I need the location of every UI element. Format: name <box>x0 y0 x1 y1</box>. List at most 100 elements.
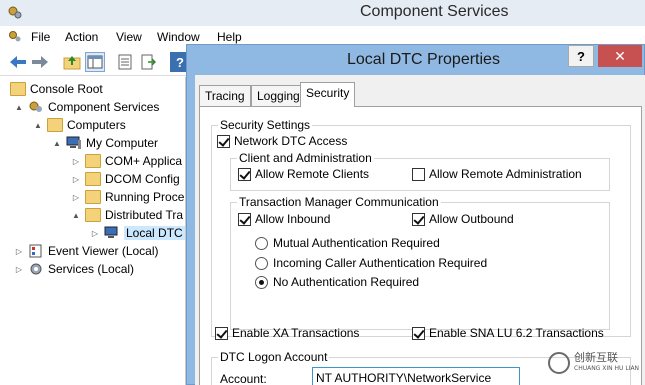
incoming-caller-auth-radio[interactable]: Incoming Caller Authentication Required <box>255 256 487 270</box>
dialog-title: Local DTC Properties <box>347 51 500 68</box>
tree-item-my-computer[interactable]: ▲ My Computer <box>52 134 158 152</box>
properties-button[interactable] <box>115 52 135 72</box>
tree-item-component-services[interactable]: ▲ Component Services <box>14 98 159 116</box>
tree-item-event-viewer[interactable]: ▷ Event Viewer (Local) <box>14 242 159 260</box>
tree-item-dcom-config[interactable]: ▷ DCOM Config <box>71 170 180 188</box>
dialog-help-button[interactable]: ? <box>568 45 594 67</box>
menu-view[interactable]: View <box>116 30 142 44</box>
radio-label: Incoming Caller Authentication Required <box>273 256 488 270</box>
help-icon: ? <box>176 55 184 70</box>
checkbox-checked-icon <box>412 326 425 340</box>
tree-item-running-processes[interactable]: ▷ Running Proce <box>71 188 184 206</box>
expand-arrow-icon[interactable]: ▷ <box>71 175 81 184</box>
tree-item-local-dtc[interactable]: ▷ Local DTC <box>90 224 185 242</box>
account-input[interactable] <box>312 367 520 385</box>
tree-item-com-applications[interactable]: ▷ COM+ Applica <box>71 152 182 170</box>
folder-icon <box>47 118 63 132</box>
enable-sna-transactions-checkbox[interactable]: Enable SNA LU 6.2 Transactions <box>412 326 604 340</box>
tab-security[interactable]: Security <box>300 82 356 107</box>
no-auth-radio[interactable]: No Authentication Required <box>255 275 419 289</box>
checkbox-checked-icon <box>215 326 228 340</box>
services-gear-icon <box>30 263 42 275</box>
console-tree-icon <box>87 55 103 69</box>
menu-action[interactable]: Action <box>65 30 98 44</box>
checkbox-unchecked-icon <box>412 167 425 181</box>
folder-icon <box>10 82 26 96</box>
tab-tracing[interactable]: Tracing <box>199 85 251 106</box>
forward-button[interactable] <box>30 52 50 72</box>
window-title: Component Services <box>360 3 509 20</box>
tree-item-label: Distributed Tra <box>105 208 184 222</box>
checkbox-label: Allow Outbound <box>429 212 514 226</box>
tree-item-console-root[interactable]: Console Root <box>10 80 103 98</box>
dialog-close-button[interactable]: ✕ <box>598 45 642 67</box>
tree-item-label: Running Proce <box>105 190 185 204</box>
collapse-arrow-icon[interactable]: ▲ <box>52 139 62 148</box>
expand-arrow-icon[interactable]: ▷ <box>71 193 81 202</box>
account-label: Account: <box>220 372 267 385</box>
back-arrow-icon <box>10 56 26 68</box>
watermark-subtext: CHUANG XIN HU LIAN <box>574 365 640 372</box>
enable-xa-transactions-checkbox[interactable]: Enable XA Transactions <box>215 326 359 340</box>
tree-item-computers[interactable]: ▲ Computers <box>33 116 126 134</box>
tree-item-distributed-transactions[interactable]: ▲ Distributed Tra <box>71 206 183 224</box>
collapse-arrow-icon[interactable]: ▲ <box>14 103 24 112</box>
checkbox-label: Allow Remote Administration <box>429 167 582 181</box>
group-title: Transaction Manager Communication <box>237 195 441 209</box>
tab-logging[interactable]: Logging <box>251 85 306 106</box>
network-dtc-access-checkbox[interactable]: Network DTC Access <box>217 134 347 148</box>
dtc-icon <box>104 226 118 238</box>
dialog-body: Tracing Logging Security Security Settin… <box>195 75 645 385</box>
local-dtc-properties-dialog: Local DTC Properties ? ✕ Tracing Logging… <box>186 44 645 385</box>
checkbox-checked-icon <box>238 212 251 226</box>
folder-icon <box>85 154 101 168</box>
tree-item-label: COM+ Applica <box>105 154 183 168</box>
menu-file[interactable]: File <box>31 30 50 44</box>
properties-icon <box>118 54 132 70</box>
radio-unselected-icon <box>255 256 268 270</box>
checkbox-checked-icon <box>412 212 425 226</box>
allow-remote-clients-checkbox[interactable]: Allow Remote Clients <box>238 167 369 181</box>
allow-inbound-checkbox[interactable]: Allow Inbound <box>238 212 330 226</box>
tree-item-services[interactable]: ▷ Services (Local) <box>14 260 134 278</box>
allow-remote-admin-checkbox[interactable]: Allow Remote Administration <box>412 167 582 181</box>
collapse-arrow-icon[interactable]: ▲ <box>71 211 81 220</box>
radio-label: No Authentication Required <box>273 275 420 289</box>
collapse-arrow-icon[interactable]: ▲ <box>33 121 43 130</box>
component-services-icon <box>29 101 42 112</box>
export-list-button[interactable] <box>138 52 158 72</box>
checkbox-checked-icon <box>238 167 251 181</box>
checkbox-label: Enable XA Transactions <box>232 326 360 340</box>
expand-arrow-icon[interactable]: ▷ <box>14 247 24 256</box>
group-title: Client and Administration <box>237 151 374 165</box>
tree-item-label: Local DTC <box>124 226 185 240</box>
forward-arrow-icon <box>32 56 48 68</box>
back-button[interactable] <box>8 52 28 72</box>
group-title: DTC Logon Account <box>218 350 330 364</box>
checkbox-label: Network DTC Access <box>234 134 348 148</box>
security-tab-panel: Security Settings Network DTC Access Cli… <box>199 106 642 385</box>
system-menu-icon[interactable] <box>8 30 22 44</box>
menu-window[interactable]: Window <box>157 30 200 44</box>
main-titlebar: Component Services <box>0 0 645 26</box>
expand-arrow-icon[interactable]: ▷ <box>14 265 24 274</box>
expand-arrow-icon[interactable]: ▷ <box>71 157 81 166</box>
allow-outbound-checkbox[interactable]: Allow Outbound <box>412 212 514 226</box>
checkbox-checked-icon <box>217 134 230 148</box>
tree-item-label: Services (Local) <box>48 262 135 276</box>
folder-up-icon <box>63 56 81 70</box>
checkbox-label: Allow Remote Clients <box>255 167 370 181</box>
show-hide-tree-button[interactable] <box>85 52 105 72</box>
folder-icon <box>85 190 101 204</box>
svg-text:?: ? <box>176 55 184 70</box>
menu-help[interactable]: Help <box>217 30 242 44</box>
tree-item-label: DCOM Config <box>105 172 180 186</box>
checkbox-label: Allow Inbound <box>255 212 331 226</box>
mutual-auth-radio[interactable]: Mutual Authentication Required <box>255 236 440 250</box>
up-level-button[interactable] <box>62 52 82 72</box>
tree-item-label: Computers <box>67 118 126 132</box>
expand-arrow-icon[interactable]: ▷ <box>90 229 100 238</box>
checkbox-label: Enable SNA LU 6.2 Transactions <box>429 326 604 340</box>
tree-item-label: My Computer <box>86 136 159 150</box>
group-title: Security Settings <box>218 118 313 132</box>
